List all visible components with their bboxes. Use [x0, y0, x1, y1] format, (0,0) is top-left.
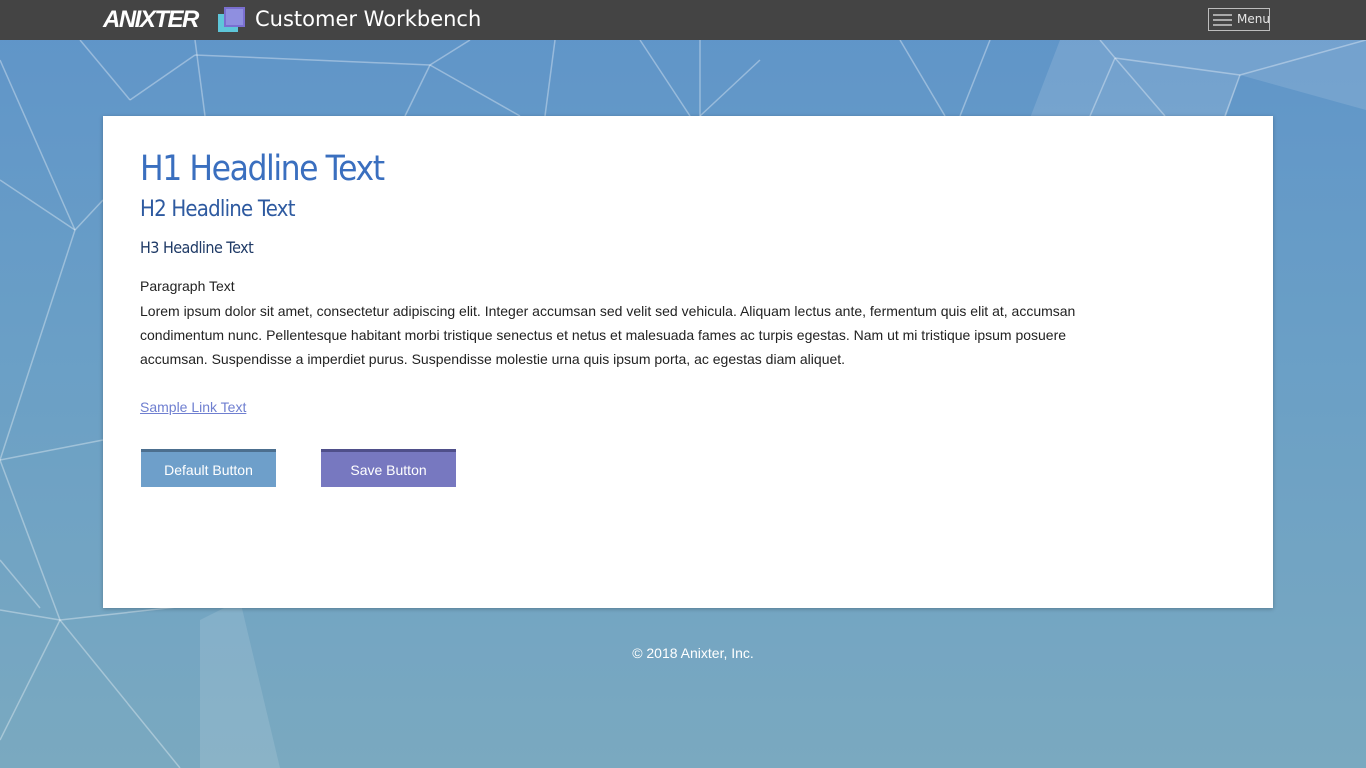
menu-label: Menu — [1237, 12, 1270, 26]
app-title: Customer Workbench — [255, 7, 482, 31]
hamburger-icon — [1213, 14, 1232, 26]
menu-button[interactable]: Menu — [1208, 8, 1270, 31]
save-button[interactable]: Save Button — [321, 449, 456, 487]
top-navigation-bar: ANIXTER Customer Workbench Menu — [0, 0, 1366, 40]
paragraph-text: Lorem ipsum dolor sit amet, consectetur … — [140, 303, 1076, 367]
stacked-squares-icon — [218, 7, 245, 32]
footer-copyright: © 2018 Anixter, Inc. — [632, 645, 754, 661]
h2-headline: H2 Headline Text — [140, 197, 295, 222]
anixter-logo[interactable]: ANIXTER — [103, 6, 199, 34]
default-button[interactable]: Default Button — [141, 449, 276, 487]
sample-link[interactable]: Sample Link Text — [140, 398, 246, 416]
paragraph-label: Paragraph Text — [140, 278, 235, 294]
h3-headline: H3 Headline Text — [140, 238, 254, 257]
h1-headline: H1 Headline Text — [140, 149, 385, 189]
content-card: H1 Headline Text H2 Headline Text H3 Hea… — [103, 116, 1273, 608]
